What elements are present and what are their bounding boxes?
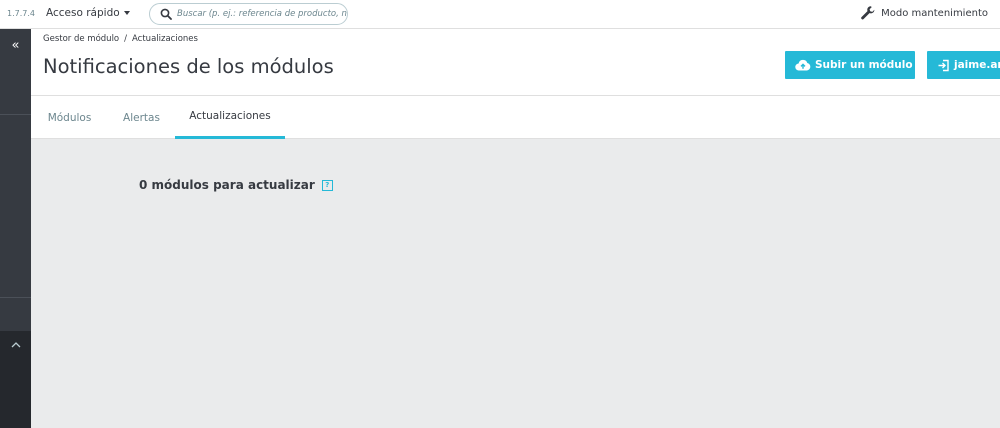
quick-access-dropdown[interactable]: Acceso rápido (46, 7, 130, 19)
user-connect-button[interactable]: jaime.ar (927, 51, 1000, 79)
maintenance-mode-link[interactable]: Modo mantenimiento (860, 5, 988, 21)
caret-down-icon (123, 11, 130, 15)
version-label: 1.7.7.4 (7, 9, 35, 18)
quick-access-label: Acceso rápido (46, 7, 120, 19)
sign-in-icon (938, 59, 949, 71)
search-icon[interactable] (159, 7, 173, 21)
tab-updates[interactable]: Actualizaciones (175, 96, 285, 139)
wrench-icon (861, 6, 875, 20)
maintenance-mode-label: Modo mantenimiento (881, 7, 988, 19)
page-header: Gestor de módulo / Actualizaciones Notif… (31, 29, 1000, 96)
search-input[interactable] (177, 9, 347, 19)
tab-alerts[interactable]: Alertas (108, 96, 175, 139)
help-icon[interactable]: ? (321, 179, 333, 191)
top-header-bar: 1.7.7.4 Acceso rápido Modo mantenimiento (0, 0, 1000, 29)
updates-count-text: 0 módulos para actualizar (139, 178, 315, 192)
double-chevron-left-icon: « (11, 37, 20, 53)
chevron-up-icon (11, 342, 20, 348)
page-title: Notificaciones de los módulos (43, 55, 334, 78)
breadcrumb-separator: / (124, 34, 128, 44)
cloud-upload-icon (795, 59, 811, 71)
breadcrumb: Gestor de módulo / Actualizaciones (43, 34, 198, 44)
search-box[interactable] (149, 3, 348, 25)
breadcrumb-item-updates: Actualizaciones (132, 34, 198, 44)
breadcrumb-item-module-manager[interactable]: Gestor de módulo (43, 34, 119, 44)
updates-count-heading: 0 módulos para actualizar ? (139, 178, 333, 192)
upload-module-label: Subir un módulo (815, 59, 913, 71)
sidebar-collapse-button[interactable]: « (0, 29, 31, 61)
sidebar-scroll-up-button[interactable] (0, 335, 31, 355)
module-tabs: Módulos Alertas Actualizaciones (31, 96, 1000, 139)
main-content: 0 módulos para actualizar ? (31, 139, 1000, 428)
user-connect-label: jaime.ar (954, 59, 1000, 71)
upload-module-button[interactable]: Subir un módulo (785, 51, 915, 79)
sidebar-divider (0, 297, 31, 298)
tab-modules[interactable]: Módulos (31, 96, 108, 139)
sidebar: « (0, 29, 31, 428)
sidebar-divider (0, 114, 31, 115)
